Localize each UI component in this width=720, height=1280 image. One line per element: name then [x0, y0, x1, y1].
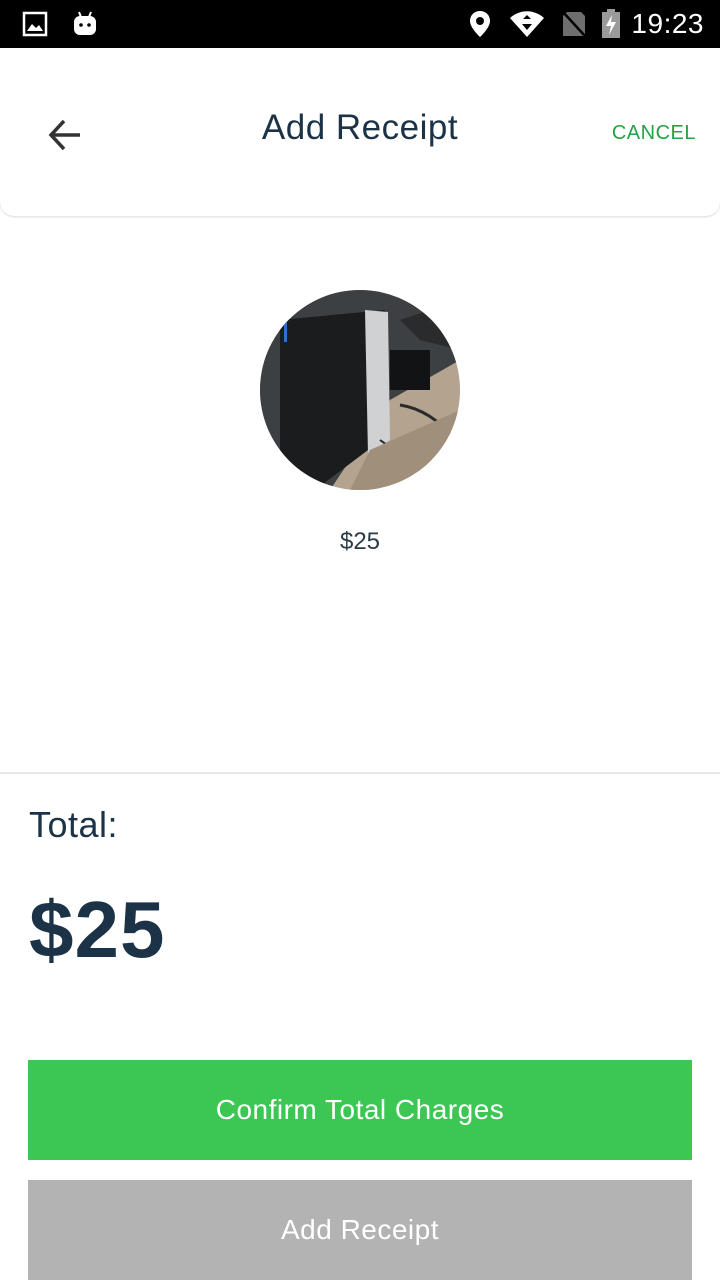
total-value: $25 — [29, 885, 166, 974]
total-label: Total: — [29, 804, 119, 845]
add-receipt-button[interactable]: Add Receipt — [28, 1180, 692, 1280]
cancel-button[interactable]: CANCEL — [612, 122, 696, 145]
wifi-icon — [509, 10, 545, 38]
section-divider — [0, 772, 720, 774]
confirm-total-charges-button[interactable]: Confirm Total Charges — [28, 1060, 692, 1160]
status-bar: 19:23 — [0, 0, 720, 48]
receipt-photo[interactable] — [260, 290, 460, 490]
status-bar-system: 19:23 — [469, 0, 704, 48]
status-bar-time: 19:23 — [631, 8, 704, 39]
receipt-amount: $25 — [339, 528, 381, 555]
android-notification-icon — [72, 10, 98, 38]
no-sim-icon — [561, 10, 587, 38]
battery-charging-icon — [601, 9, 621, 39]
status-bar-notifications — [22, 10, 98, 38]
location-icon — [469, 10, 491, 38]
app-bar: Add Receipt CANCEL — [0, 48, 720, 216]
image-notification-icon — [22, 11, 48, 37]
